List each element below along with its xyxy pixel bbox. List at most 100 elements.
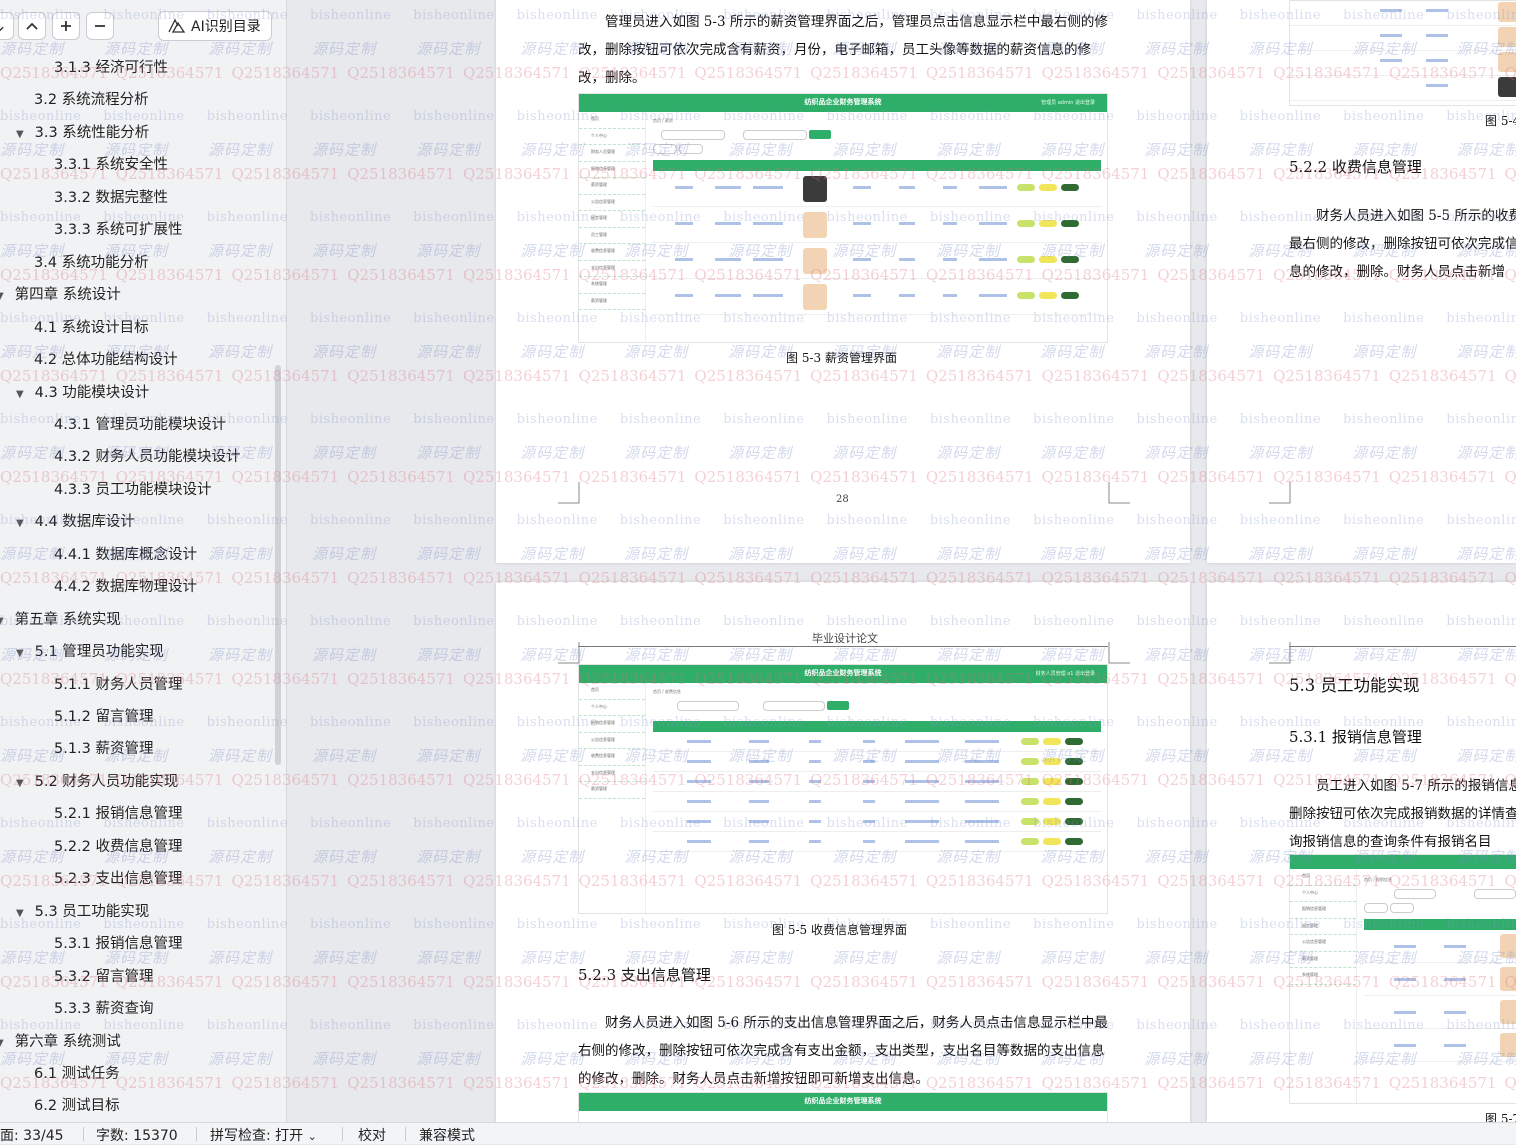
outline-item-label: 4.3.3 员工功能模块设计: [54, 481, 212, 498]
plus-icon: [61, 21, 71, 31]
expand-caret-icon[interactable]: ▼: [16, 381, 30, 409]
outline-item-label: 3.4 系统功能分析: [34, 254, 149, 271]
watermark-text: Q2518364571: [347, 367, 455, 385]
outline-item-label: 第五章 系统实现: [14, 611, 121, 628]
paragraph-fee-management: 财务人员进入如图 5-5 所示的收费最右侧的修改，删除按钮可依次完成信息的修改，…: [1289, 208, 1516, 280]
outline-item[interactable]: 3.2 系统流程分析: [34, 86, 149, 114]
outline-item[interactable]: 3.3.3 系统可扩展性: [54, 216, 183, 244]
outline-item[interactable]: 5.1.2 留言管理: [54, 703, 154, 731]
expand-caret-icon[interactable]: ▼: [16, 510, 30, 538]
watermark-text: bisheonline: [309, 109, 392, 124]
paragraph-expense-management: 财务人员进入如图 5-6 所示的支出信息管理界面之后，财务人员点击信息显示栏中最…: [578, 1015, 1108, 1087]
outline-item[interactable]: ▼ 3.3 系统性能分析: [16, 119, 149, 147]
watermark-text: 源码定制: [312, 444, 377, 462]
expand-caret-icon[interactable]: ▼: [16, 640, 30, 668]
chevron-down-icon: ⌄: [307, 1130, 317, 1143]
chevron-down-icon[interactable]: ⌄: [0, 12, 14, 40]
outline-pane: ⌄ AI识别目录 3.1.3 经济可行性 3.2 系统流程分析 ▼ 3.3 系统性能…: [0, 0, 287, 1122]
outline-item[interactable]: 4.4.1 数据库概念设计: [54, 541, 197, 569]
collapse-up-button[interactable]: [18, 12, 46, 40]
outline-item[interactable]: ▼ 5.1 管理员功能实现: [16, 638, 164, 666]
section-heading-5-2-2: 5.2.2 收费信息管理: [1289, 158, 1422, 176]
outline-item[interactable]: 4.1 系统设计目标: [34, 314, 149, 342]
watermark-text: 源码定制: [312, 40, 377, 58]
outline-item-label: 4.4.2 数据库物理设计: [54, 579, 198, 596]
expand-caret-icon[interactable]: ▼: [0, 283, 10, 311]
outline-item[interactable]: ▼ 5.3 员工功能实现: [16, 898, 149, 926]
expand-caret-icon[interactable]: ▼: [0, 608, 10, 636]
outline-item[interactable]: 6.1 测试任务: [34, 1060, 120, 1088]
watermark-text: bisheonline: [413, 614, 495, 629]
expand-caret-icon[interactable]: ▼: [16, 121, 30, 149]
outline-item-label: 4.1 系统设计目标: [34, 319, 149, 336]
outline-item[interactable]: 5.3.2 留言管理: [54, 963, 154, 991]
outline-item-label: 5.2 财务人员功能实现: [34, 773, 179, 790]
watermark-text: 源码定制: [416, 242, 481, 260]
outline-item-label: 5.1.2 留言管理: [54, 709, 154, 725]
outline-item[interactable]: 4.2 总体功能结构设计: [34, 346, 178, 374]
outline-item-label: 6.1 测试任务: [34, 1065, 120, 1082]
outline-item[interactable]: 3.1.3 经济可行性: [54, 54, 168, 82]
watermark-text: 源码定制: [416, 646, 481, 664]
figure-caption-5-7: 图 5-7: [1485, 1112, 1516, 1122]
watermark-text: bisheonline: [309, 8, 392, 23]
outline-item[interactable]: 5.2.1 报销信息管理: [54, 800, 183, 828]
outline-item-label: 5.2.1 报销信息管理: [54, 806, 183, 823]
expand-caret-icon[interactable]: ▼: [16, 770, 30, 798]
outline-item[interactable]: 5.1.3 薪资管理: [20, 733, 269, 764]
outline-item-label: 3.3.2 数据完整性: [54, 189, 169, 206]
outline-item[interactable]: 3.3.2 数据完整性: [54, 184, 168, 212]
outline-item-label: 4.4 数据库设计: [34, 514, 135, 531]
watermark-text: 源码定制: [312, 949, 377, 967]
watermark-text: 源码定制: [416, 545, 481, 563]
watermark-text: bisheonline: [413, 513, 495, 528]
status-compat-mode[interactable]: 兼容模式: [419, 1125, 475, 1145]
outline-item[interactable]: ▼ 第五章 系统实现: [0, 606, 121, 634]
screenshot-expense-management: 纺织品企业财务管理系统: [578, 1092, 1108, 1122]
ai-toc-label: AI识别目录: [191, 19, 261, 35]
watermark-text: 源码定制: [416, 343, 481, 361]
expand-caret-icon[interactable]: ▼: [16, 900, 30, 928]
outline-item-label: 3.1.3 经济可行性: [54, 60, 169, 76]
outline-item[interactable]: 5.3.1 报销信息管理: [54, 930, 183, 958]
watermark-text: bisheonline: [309, 210, 392, 225]
paragraph-salary-management: 管理员进入如图 5-3 所示的薪资管理界面之后，管理员点击信息显示栏中最右侧的修…: [578, 14, 1108, 86]
expand-level-button[interactable]: [52, 12, 80, 40]
outline-item[interactable]: ▼ 第四章 系统设计: [0, 281, 121, 309]
status-word-count[interactable]: 字数: 15370: [96, 1125, 178, 1145]
outline-item-label: 6.2 测试目标: [34, 1098, 120, 1115]
page-corner-mark: [558, 482, 580, 504]
outline-item[interactable]: ▼ 4.4 数据库设计: [16, 508, 135, 536]
outline-item-label: 5.1 管理员功能实现: [34, 644, 164, 661]
outline-item[interactable]: 5.2.2 收费信息管理: [54, 833, 183, 861]
outline-item-label: 4.2 总体功能结构设计: [34, 352, 178, 369]
outline-item[interactable]: 3.3.1 系统安全性: [54, 151, 168, 179]
status-page-count[interactable]: 面: 33/45: [0, 1125, 64, 1145]
outline-item[interactable]: 5.3.3 薪资查询: [54, 995, 154, 1023]
watermark-text: 源码定制: [416, 40, 481, 58]
outline-item[interactable]: 3.4 系统功能分析: [34, 249, 149, 277]
page-header: 毕业设计论文: [812, 632, 878, 645]
outline-item[interactable]: ▼ 第六章 系统测试: [0, 1028, 121, 1056]
outline-scrollbar[interactable]: [275, 365, 281, 765]
document-page-28: 管理员进入如图 5-3 所示的薪资管理界面之后，管理员点击信息显示栏中最右侧的修…: [496, 0, 1190, 563]
outline-item[interactable]: ▼ 5.2 财务人员功能实现: [16, 768, 178, 796]
watermark-text: Q2518364571: [347, 1074, 455, 1092]
watermark-text: bisheonline: [413, 8, 495, 23]
outline-item[interactable]: 4.3.1 管理员功能模块设计: [54, 411, 226, 439]
ai-toc-button[interactable]: AI识别目录: [158, 11, 272, 41]
outline-item[interactable]: 4.3.2 财务人员功能模块设计: [54, 443, 241, 471]
outline-item[interactable]: 6.2 测试目标: [34, 1092, 120, 1120]
watermark-text: Q2518364571: [347, 569, 455, 587]
expand-caret-icon[interactable]: ▼: [0, 1030, 10, 1058]
status-spell-check[interactable]: 拼写检查: 打开 ⌄: [210, 1125, 317, 1145]
status-proofread[interactable]: 校对: [358, 1125, 386, 1145]
outline-item[interactable]: 5.1.1 财务人员管理: [54, 671, 183, 699]
collapse-level-button[interactable]: [86, 12, 114, 40]
outline-item[interactable]: 5.2.3 支出信息管理: [54, 865, 183, 893]
outline-item[interactable]: ▼ 4.3 功能模块设计: [16, 379, 149, 407]
outline-item[interactable]: 4.3.3 员工功能模块设计: [54, 476, 212, 504]
outline-item[interactable]: 4.4.2 数据库物理设计: [54, 573, 197, 601]
page-corner-mark: [1269, 482, 1291, 504]
watermark-text: 源码定制: [312, 646, 377, 664]
